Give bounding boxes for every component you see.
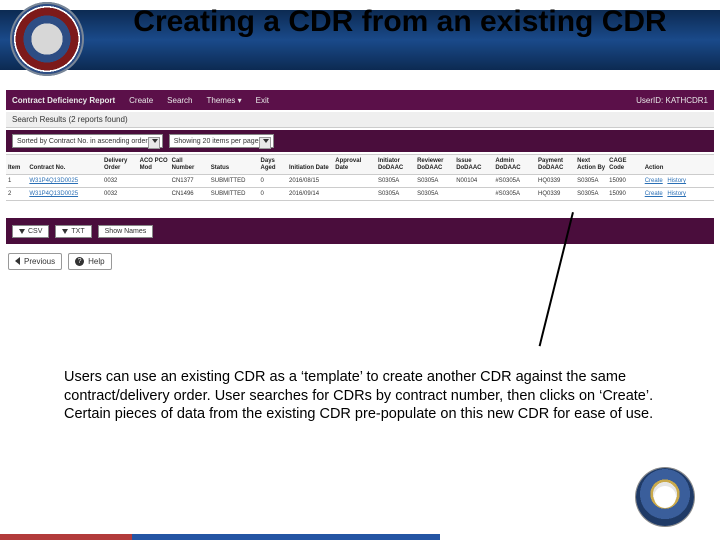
cell-payment: HQ0339 xyxy=(536,188,575,201)
col-reviewer-dodaac[interactable]: Reviewer DoDAAC xyxy=(415,155,454,175)
nav-row: Previous ? Help xyxy=(6,250,714,272)
page-size-label: Showing 20 items per page xyxy=(174,138,259,145)
cell-status: SUBMITTED xyxy=(209,175,259,188)
menu-exit[interactable]: Exit xyxy=(256,96,269,105)
download-icon xyxy=(62,229,68,234)
export-csv-label: CSV xyxy=(28,228,42,235)
col-item[interactable]: Item xyxy=(6,155,27,175)
help-button[interactable]: ? Help xyxy=(68,253,111,270)
cell-delivery-order: 0032 xyxy=(102,188,138,201)
export-bar: CSV TXT Show Names xyxy=(6,218,714,244)
col-days-aged[interactable]: Days Aged xyxy=(259,155,287,175)
cell-days-aged: 0 xyxy=(259,175,287,188)
action-history-link[interactable]: History xyxy=(667,178,686,184)
help-label: Help xyxy=(88,257,104,266)
cell-mod xyxy=(138,188,170,201)
col-approval-date[interactable]: Approval Date xyxy=(333,155,376,175)
show-names-button[interactable]: Show Names xyxy=(98,225,154,238)
slide-header: Creating a CDR from an existing CDR xyxy=(0,0,720,82)
col-status[interactable]: Status xyxy=(209,155,259,175)
slide-title: Creating a CDR from an existing CDR xyxy=(100,4,700,40)
col-delivery-order[interactable]: Delivery Order xyxy=(102,155,138,175)
col-payment-dodaac[interactable]: Payment DoDAAC xyxy=(536,155,575,175)
search-results-header: Search Results (2 reports found) xyxy=(6,112,714,128)
cell-call-number: CN1377 xyxy=(170,175,209,188)
cell-approval-date xyxy=(333,175,376,188)
filter-bar: Sorted by Contract No. in ascending orde… xyxy=(6,130,714,152)
col-aco-pco-mod[interactable]: ACO PCO Mod xyxy=(138,155,170,175)
col-issue-dodaac[interactable]: Issue DoDAAC xyxy=(454,155,493,175)
table-row: 1 W31P4Q13D0025 0032 CN1377 SUBMITTED 0 … xyxy=(6,175,714,188)
results-table: Item Contract No. Delivery Order ACO PCO… xyxy=(6,154,714,201)
results-table-wrap: Item Contract No. Delivery Order ACO PCO… xyxy=(6,154,714,201)
cell-item: 1 xyxy=(6,175,27,188)
app-brand: Contract Deficiency Report xyxy=(12,96,115,105)
menu-search[interactable]: Search xyxy=(167,96,192,105)
dod-seal-icon xyxy=(636,468,694,526)
show-names-label: Show Names xyxy=(105,228,147,235)
cell-initiation-date: 2016/08/15 xyxy=(287,175,333,188)
cell-reviewer: S0305A xyxy=(415,188,454,201)
help-icon: ? xyxy=(75,257,84,266)
col-contract-no[interactable]: Contract No. xyxy=(27,155,102,175)
cell-reviewer: S0305A xyxy=(415,175,454,188)
menu-themes[interactable]: Themes ▾ xyxy=(207,96,242,105)
agency-seal-icon xyxy=(10,2,84,76)
user-id-label: UserID: KATHCDR1 xyxy=(636,96,708,105)
sort-select-label: Sorted by Contract No. in ascending orde… xyxy=(17,138,148,145)
cell-initiator: S0305A xyxy=(376,188,415,201)
cell-next-action-by: S0305A xyxy=(575,175,607,188)
cell-call-number: CN1496 xyxy=(170,188,209,201)
col-initiator-dodaac[interactable]: Initiator DoDAAC xyxy=(376,155,415,175)
cell-admin: #S0305A xyxy=(493,175,536,188)
cell-initiation-date: 2016/09/14 xyxy=(287,188,333,201)
cell-approval-date xyxy=(333,188,376,201)
slide-caption: Users can use an existing CDR as a ‘temp… xyxy=(64,368,656,424)
cell-action: Create History xyxy=(643,188,714,201)
app-menu: Create Search Themes ▾ Exit xyxy=(129,96,269,105)
cell-initiator: S0305A xyxy=(376,175,415,188)
cell-contract-link[interactable]: W31P4Q13D0025 xyxy=(29,178,78,184)
chevron-left-icon xyxy=(15,257,20,265)
col-cage-code[interactable]: CAGE Code xyxy=(607,155,643,175)
cell-issue xyxy=(454,188,493,201)
action-create-link[interactable]: Create xyxy=(645,191,663,197)
cell-cage: 15090 xyxy=(607,188,643,201)
cell-cage: 15090 xyxy=(607,175,643,188)
cell-issue: N00104 xyxy=(454,175,493,188)
cell-days-aged: 0 xyxy=(259,188,287,201)
cell-status: SUBMITTED xyxy=(209,188,259,201)
chevron-down-icon xyxy=(263,139,269,143)
page-size-select[interactable]: Showing 20 items per page xyxy=(169,134,274,148)
action-history-link[interactable]: History xyxy=(667,191,686,197)
cell-admin: #S0305A xyxy=(493,188,536,201)
col-next-action-by[interactable]: Next Action By xyxy=(575,155,607,175)
col-call-number[interactable]: Call Number xyxy=(170,155,209,175)
action-create-link[interactable]: Create xyxy=(645,178,663,184)
cell-payment: HQ0339 xyxy=(536,175,575,188)
cell-delivery-order: 0032 xyxy=(102,175,138,188)
cell-contract-link[interactable]: W31P4Q13D0025 xyxy=(29,191,78,197)
cell-action: Create History xyxy=(643,175,714,188)
cell-next-action-by: S0305A xyxy=(575,188,607,201)
col-admin-dodaac[interactable]: Admin DoDAAC xyxy=(493,155,536,175)
previous-button[interactable]: Previous xyxy=(8,253,62,270)
menu-create[interactable]: Create xyxy=(129,96,153,105)
app-menu-bar: Contract Deficiency Report Create Search… xyxy=(6,90,714,110)
footer-accent-bar xyxy=(0,534,440,540)
previous-label: Previous xyxy=(24,257,55,266)
col-action: Action xyxy=(643,155,714,175)
cell-mod xyxy=(138,175,170,188)
table-row: 2 W31P4Q13D0025 0032 CN1496 SUBMITTED 0 … xyxy=(6,188,714,201)
export-csv-button[interactable]: CSV xyxy=(12,225,49,238)
col-initiation-date[interactable]: Initiation Date xyxy=(287,155,333,175)
table-header-row: Item Contract No. Delivery Order ACO PCO… xyxy=(6,155,714,175)
download-icon xyxy=(19,229,25,234)
export-txt-button[interactable]: TXT xyxy=(55,225,91,238)
cell-item: 2 xyxy=(6,188,27,201)
chevron-down-icon xyxy=(152,139,158,143)
export-txt-label: TXT xyxy=(71,228,84,235)
sort-select[interactable]: Sorted by Contract No. in ascending orde… xyxy=(12,134,163,148)
